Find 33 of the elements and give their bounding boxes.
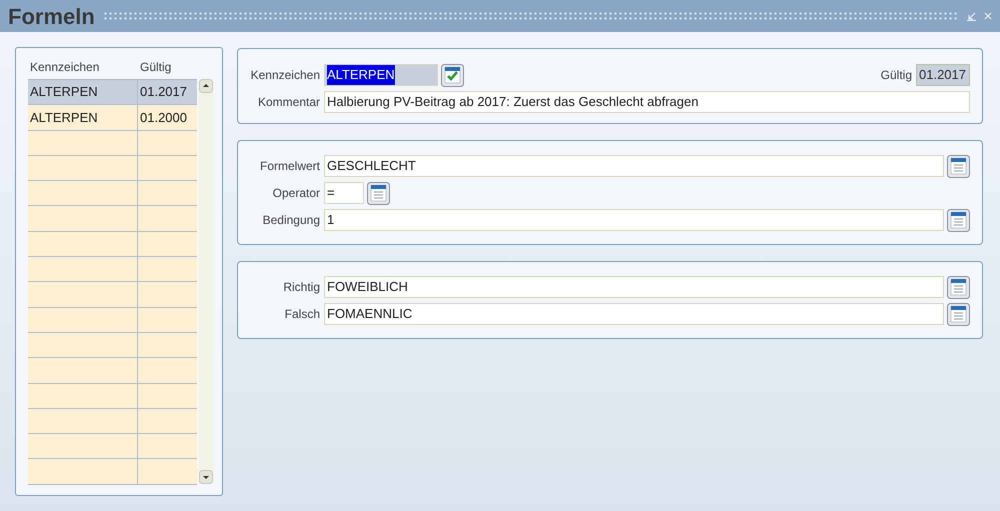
field-label: Bedingung <box>262 212 321 229</box>
input-field[interactable]: GESCHLECHT <box>324 155 944 177</box>
input-field[interactable]: ALTERPEN <box>324 64 438 86</box>
table-cell-text: 01.2000 <box>139 108 188 127</box>
input-field[interactable]: Halbierung PV-Beitrag ab 2017: Zuerst das Geschlecht abfragen <box>324 91 970 113</box>
field-label: Kennzeichen <box>250 67 321 84</box>
column-header: Kennzeichen <box>29 59 100 76</box>
input-field[interactable]: FOMAENNLIC <box>324 303 944 325</box>
field-label: Formelwert <box>258 158 321 175</box>
field-label: Richtig <box>282 279 321 296</box>
list-row[interactable]: ALTERPEN 01.2017 <box>28 80 197 106</box>
field-label: Falsch <box>284 306 321 323</box>
field-label: Operator <box>272 185 321 202</box>
list-icon[interactable] <box>367 182 390 204</box>
table-cell: ALTERPEN <box>28 80 138 104</box>
table-cell-text: 01.2017 <box>139 83 188 102</box>
field-label: Kommentar <box>256 94 321 111</box>
window-title: Formeln <box>8 2 95 30</box>
list-icon[interactable] <box>947 208 970 232</box>
list-icon[interactable] <box>947 154 970 178</box>
scroll-down-icon[interactable] <box>199 470 213 484</box>
checkmark-icon[interactable] <box>441 64 464 86</box>
input-field[interactable]: 1 <box>324 209 944 231</box>
field-label: Gültig <box>880 67 913 84</box>
scrollbar[interactable] <box>199 79 213 484</box>
list-icon[interactable] <box>947 302 970 326</box>
column-header: Gültig <box>139 59 172 76</box>
input-field[interactable]: = <box>324 182 364 204</box>
list-icon[interactable] <box>947 276 970 298</box>
scroll-up-icon[interactable] <box>199 79 213 93</box>
input-field[interactable]: FOWEIBLICH <box>324 276 944 298</box>
list-row[interactable]: ALTERPEN 01.2000 <box>28 105 197 131</box>
table-cell: ALTERPEN <box>28 105 138 130</box>
